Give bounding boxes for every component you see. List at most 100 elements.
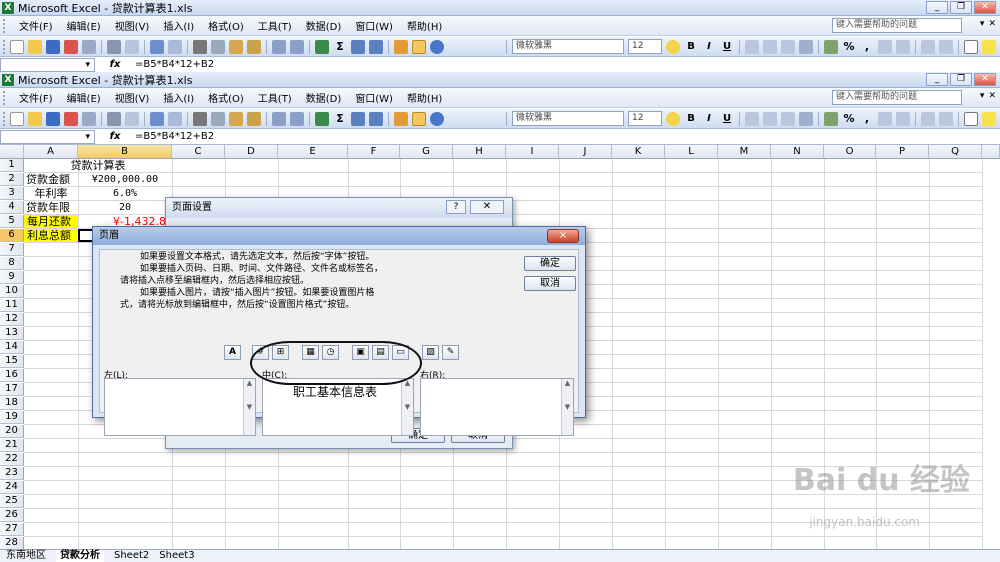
inner-minimize-button[interactable]: _: [926, 73, 948, 86]
row-header[interactable]: 17: [0, 383, 24, 396]
bold-button[interactable]: B: [684, 41, 698, 52]
row-header[interactable]: 22: [0, 453, 24, 466]
new-icon[interactable]: [10, 39, 24, 54]
inner-borders-icon[interactable]: [964, 111, 978, 126]
menu-view[interactable]: 视图(V): [108, 18, 157, 33]
merge-center-icon[interactable]: [799, 39, 813, 54]
align-left-icon[interactable]: [745, 39, 759, 54]
col-header-l[interactable]: L: [665, 145, 718, 159]
row-header[interactable]: 13: [0, 327, 24, 340]
col-header-i[interactable]: I: [506, 145, 559, 159]
italic-button[interactable]: I: [702, 41, 716, 52]
inner-cut-icon[interactable]: [193, 111, 207, 126]
select-all-corner[interactable]: [0, 145, 24, 159]
inner-chart-wizard-icon[interactable]: [394, 111, 408, 126]
sheet-tab-1[interactable]: 东南地区: [6, 550, 46, 562]
inner-open-icon[interactable]: [28, 111, 42, 126]
menu-data[interactable]: 数据(D): [299, 18, 349, 33]
row-header[interactable]: 5: [0, 215, 24, 228]
inner-increase-decimal-icon[interactable]: [878, 111, 892, 126]
inner-menu-edit[interactable]: 编辑(E): [60, 90, 108, 105]
row-header[interactable]: 25: [0, 495, 24, 508]
minimize-button[interactable]: _: [926, 1, 948, 14]
cell-a5[interactable]: 每月还款: [24, 215, 78, 228]
inner-format-painter-icon[interactable]: [247, 111, 261, 126]
menu-window[interactable]: 窗口(W): [348, 18, 400, 33]
row-header[interactable]: 24: [0, 481, 24, 494]
inner-paste-icon[interactable]: [229, 111, 243, 126]
close-button[interactable]: ✕: [974, 1, 996, 14]
row-header[interactable]: 14: [0, 341, 24, 354]
header-ok-button[interactable]: 确定: [524, 256, 576, 271]
cell-a6[interactable]: 利息总额: [24, 229, 78, 242]
inner-permission-icon[interactable]: [64, 111, 78, 126]
row-header[interactable]: 3: [0, 187, 24, 200]
outer-name-box[interactable]: ▾: [0, 57, 95, 72]
inner-italic-button[interactable]: I: [702, 113, 716, 124]
decrease-indent-icon[interactable]: [921, 39, 935, 54]
inner-increase-indent-icon[interactable]: [939, 111, 953, 126]
col-header-d[interactable]: D: [225, 145, 278, 159]
col-header-h[interactable]: H: [453, 145, 506, 159]
comma-icon[interactable]: ,: [860, 40, 874, 54]
row-header[interactable]: 21: [0, 439, 24, 452]
row-header[interactable]: 8: [0, 257, 24, 270]
row-header[interactable]: 18: [0, 397, 24, 410]
row-header[interactable]: 7: [0, 243, 24, 256]
underline-button[interactable]: U: [720, 41, 734, 52]
col-header-k[interactable]: K: [612, 145, 665, 159]
hyperlink-icon[interactable]: [315, 39, 329, 54]
increase-indent-icon[interactable]: [939, 39, 953, 54]
inner-drawing-icon[interactable]: [412, 111, 426, 126]
col-header-b[interactable]: B: [78, 145, 172, 159]
col-header-p[interactable]: P: [876, 145, 929, 159]
increase-decimal-icon[interactable]: [878, 39, 892, 54]
inner-menu-file[interactable]: 文件(F): [12, 90, 60, 105]
research-icon[interactable]: [168, 39, 182, 54]
inner-align-right-icon[interactable]: [781, 111, 795, 126]
inner-print-preview-icon[interactable]: [125, 111, 139, 126]
sheet-tab-4[interactable]: Sheet3: [159, 550, 194, 562]
inner-formula-text[interactable]: =B5*B4*12+B2: [135, 131, 214, 142]
menu-insert[interactable]: 插入(I): [156, 18, 201, 33]
cell-b4[interactable]: 20: [78, 201, 172, 214]
inner-percent-icon[interactable]: %: [842, 112, 856, 126]
inner-email-icon[interactable]: [82, 111, 96, 126]
cell-a1-title[interactable]: 贷款计算表: [24, 159, 172, 172]
row-header[interactable]: 26: [0, 509, 24, 522]
row-header[interactable]: 11: [0, 299, 24, 312]
font-name-select[interactable]: 微软雅黑: [512, 39, 624, 54]
col-header-j[interactable]: J: [559, 145, 612, 159]
inner-name-box[interactable]: ▾: [0, 129, 95, 144]
inner-help-search-input[interactable]: 键入需要帮助的问题: [832, 90, 962, 105]
row-header[interactable]: 9: [0, 271, 24, 284]
cell-a4[interactable]: 贷款年限: [26, 201, 78, 214]
row-header[interactable]: 23: [0, 467, 24, 480]
inner-menu-tools[interactable]: 工具(T): [251, 90, 299, 105]
inner-comma-icon[interactable]: ,: [860, 112, 874, 126]
inner-merge-center-icon[interactable]: [799, 111, 813, 126]
inner-align-left-icon[interactable]: [745, 111, 759, 126]
menu-edit[interactable]: 编辑(E): [60, 18, 108, 33]
row-header[interactable]: 4: [0, 201, 24, 214]
percent-icon[interactable]: %: [842, 40, 856, 54]
menu-format[interactable]: 格式(O): [201, 18, 251, 33]
row-header[interactable]: 15: [0, 355, 24, 368]
format-painter-icon[interactable]: [247, 39, 261, 54]
fill-color-icon[interactable]: [982, 39, 996, 54]
inner-restore-button[interactable]: ❐: [950, 73, 972, 86]
help-search-input[interactable]: 键入需要帮助的问题: [832, 18, 962, 33]
inner-save-icon[interactable]: [46, 111, 60, 126]
header-cancel-button[interactable]: 取消: [524, 276, 576, 291]
row-header[interactable]: 19: [0, 411, 24, 424]
redo-icon[interactable]: [290, 39, 304, 54]
sort-descending-icon[interactable]: [369, 39, 383, 54]
page-setup-close-button[interactable]: ✕: [470, 200, 504, 214]
sort-ascending-icon[interactable]: [351, 39, 365, 54]
center-section-input[interactable]: 职工基本信息表 ▲ ▼: [262, 378, 414, 436]
borders-icon[interactable]: [964, 39, 978, 54]
inner-smiley-icon[interactable]: [666, 111, 680, 126]
drawing-icon[interactable]: [412, 39, 426, 54]
inner-research-icon[interactable]: [168, 111, 182, 126]
inner-bold-button[interactable]: B: [684, 113, 698, 124]
